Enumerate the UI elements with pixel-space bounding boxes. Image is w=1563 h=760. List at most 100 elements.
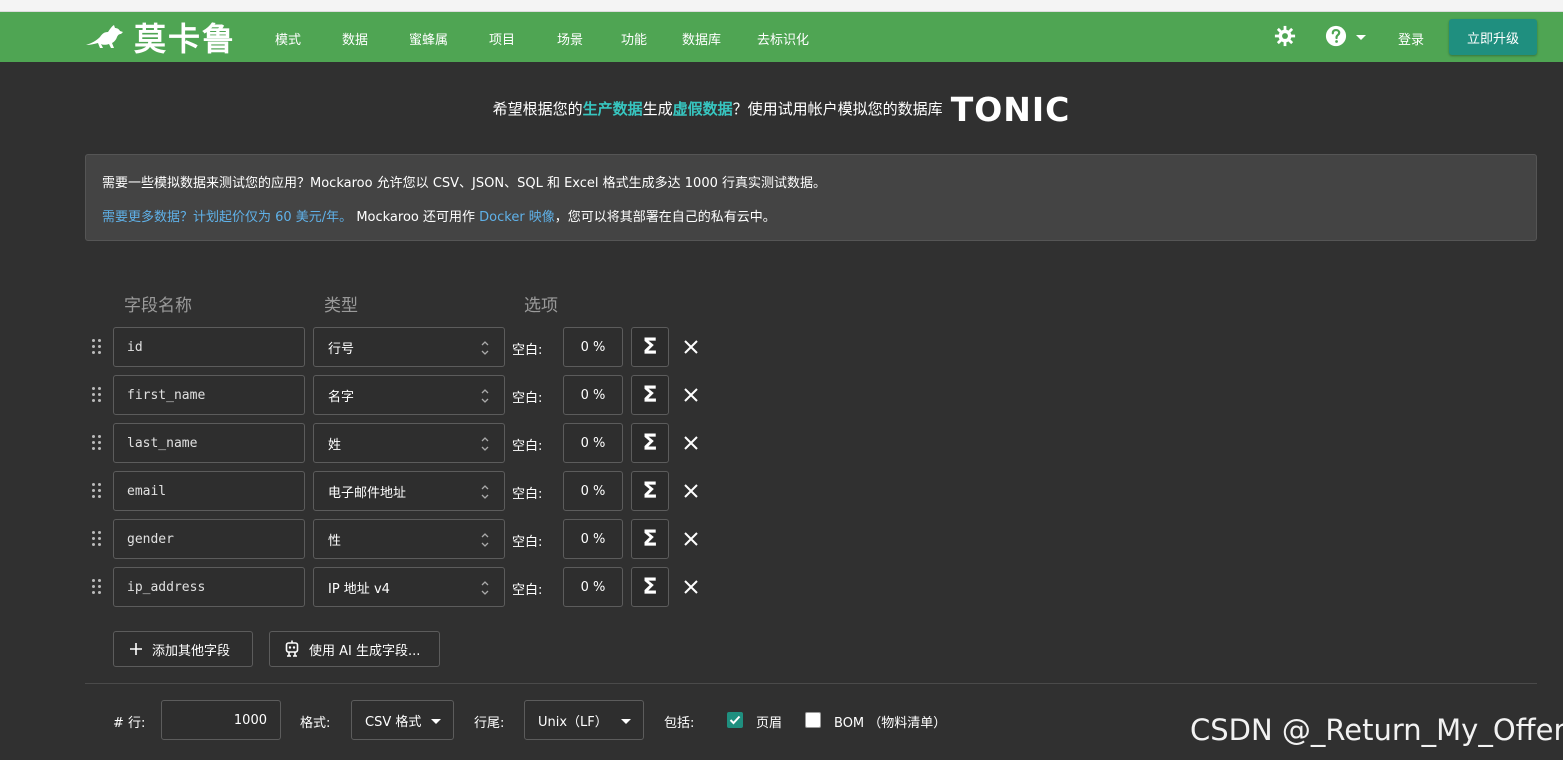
drag-handle-icon[interactable] [91, 531, 103, 547]
field-name-input[interactable]: email [113, 471, 305, 511]
chevron-down-icon [621, 719, 631, 724]
select-updown-icon [481, 581, 489, 595]
blank-percent-input[interactable]: 0 % [563, 519, 623, 559]
rows-input[interactable]: 1000 [161, 700, 281, 740]
upgrade-button[interactable]: 立即升级 [1449, 19, 1537, 55]
blank-label: 空白: [512, 583, 543, 598]
field-type-value: 电子邮件地址 [328, 485, 407, 501]
sigma-formula-button[interactable]: Σ [631, 471, 669, 511]
login-link[interactable]: 登录 [1398, 29, 1424, 48]
help-icon[interactable] [1325, 25, 1347, 47]
select-updown-icon [481, 533, 489, 547]
nav-item-scenarios[interactable]: 场景 [557, 29, 583, 48]
nav-item-schemas[interactable]: 模式 [275, 29, 301, 48]
field-name-input[interactable]: first_name [113, 375, 305, 415]
info-panel: 需要一些模拟数据来测试您的应用？Mockaroo 允许您以 CSV、JSON、S… [85, 154, 1537, 241]
nav-item-projects[interactable]: 项目 [489, 29, 515, 48]
check-icon [729, 715, 741, 725]
nav-item-deidentify[interactable]: 去标识化 [757, 29, 809, 48]
field-name-input[interactable]: last_name [113, 423, 305, 463]
field-name-input[interactable]: gender [113, 519, 305, 559]
field-type-value: IP 地址 v4 [328, 581, 390, 597]
sigma-formula-button[interactable]: Σ [631, 423, 669, 463]
sigma-formula-button[interactable]: Σ [631, 375, 669, 415]
sigma-formula-button[interactable]: Σ [631, 327, 669, 367]
nav-item-functions[interactable]: 功能 [621, 29, 647, 48]
line-ending-select[interactable]: Unix（LF） [524, 700, 644, 740]
tonic-logo[interactable]: TONIC [951, 90, 1071, 129]
blank-percent-input[interactable]: 0 % [563, 375, 623, 415]
close-icon[interactable] [680, 336, 702, 358]
drag-handle-icon[interactable] [91, 339, 103, 355]
promo-highlight-fake-data: 虚假数据 [672, 99, 733, 118]
close-icon[interactable] [680, 528, 702, 550]
format-label: 格式: [300, 716, 331, 731]
nav-item-databases[interactable]: 数据库 [682, 29, 721, 48]
section-divider [85, 683, 1537, 684]
blank-label: 空白: [512, 343, 543, 358]
field-type-value: 性 [328, 533, 342, 549]
drag-handle-icon[interactable] [91, 387, 103, 403]
header-checkbox[interactable] [727, 712, 743, 728]
bom-checkbox[interactable] [805, 712, 821, 728]
nav-item-mock-apis[interactable]: 蜜蜂属 [409, 29, 448, 48]
include-label: 包括: [664, 716, 695, 731]
nav-item-data[interactable]: 数据 [342, 29, 368, 48]
close-icon[interactable] [680, 576, 702, 598]
field-type-select[interactable]: 行号 [313, 327, 505, 367]
field-type-select[interactable]: 电子邮件地址 [313, 471, 505, 511]
browser-top-strip [0, 0, 1563, 12]
field-type-select[interactable]: 名字 [313, 375, 505, 415]
blank-percent-value: 0 % [580, 531, 606, 547]
field-name-input[interactable]: ip_address [113, 567, 305, 607]
promo-text-1: 希望根据您的 [492, 99, 583, 118]
select-updown-icon [481, 485, 489, 499]
blank-percent-value: 0 % [580, 579, 606, 595]
field-type-value: 行号 [328, 341, 355, 357]
blank-percent-input[interactable]: 0 % [563, 423, 623, 463]
field-type-select[interactable]: IP 地址 v4 [313, 567, 505, 607]
field-row: ip_address IP 地址 v4 空白: 0 % Σ [0, 567, 760, 607]
blank-percent-input[interactable]: 0 % [563, 471, 623, 511]
sigma-formula-button[interactable]: Σ [631, 519, 669, 559]
robot-icon [285, 640, 299, 657]
select-updown-icon [481, 437, 489, 451]
add-field-button[interactable]: 添加其他字段 [113, 631, 253, 667]
blank-percent-input[interactable]: 0 % [563, 327, 623, 367]
field-name-value: email [127, 483, 167, 499]
docker-link[interactable]: Docker 映像 [479, 210, 555, 225]
add-field-label: 添加其他字段 [152, 643, 231, 659]
drag-handle-icon[interactable] [91, 483, 103, 499]
gear-icon[interactable] [1274, 25, 1296, 47]
brand-name: 莫卡鲁 [134, 20, 237, 58]
drag-handle-icon[interactable] [91, 435, 103, 451]
field-row: id 行号 空白: 0 % Σ [0, 327, 760, 367]
info-line-1: 需要一些模拟数据来测试您的应用？Mockaroo 允许您以 CSV、JSON、S… [102, 176, 826, 191]
format-select[interactable]: CSV 格式 [351, 700, 454, 740]
blank-percent-input[interactable]: 0 % [563, 567, 623, 607]
tonic-promo-banner[interactable]: 希望根据您的 生产数据 生成 虚假数据 ？使用试用帐户模拟您的数据库 TONIC [0, 90, 1563, 129]
blank-percent-value: 0 % [580, 339, 606, 355]
pricing-link[interactable]: 需要更多数据？计划起价仅为 60 美元/年。 [102, 210, 352, 225]
close-icon[interactable] [680, 480, 702, 502]
drag-handle-icon[interactable] [91, 579, 103, 595]
field-type-value: 名字 [328, 389, 355, 405]
field-type-select[interactable]: 性 [313, 519, 505, 559]
close-icon[interactable] [680, 384, 702, 406]
field-name-value: ip_address [127, 579, 206, 595]
field-name-input[interactable]: id [113, 327, 305, 367]
field-row: first_name 名字 空白: 0 % Σ [0, 375, 760, 415]
close-icon[interactable] [680, 432, 702, 454]
rows-value: 1000 [233, 712, 267, 728]
field-type-select[interactable]: 姓 [313, 423, 505, 463]
info-line-2-text-2: ，您可以将其部署在自己的私有云中。 [554, 210, 776, 225]
sigma-formula-button[interactable]: Σ [631, 567, 669, 607]
blank-percent-value: 0 % [580, 387, 606, 403]
column-header-type: 类型 [324, 296, 358, 316]
promo-text-2: 生成 [642, 99, 673, 118]
navbar: 莫卡鲁 模式 数据 蜜蜂属 项目 场景 功能 数据库 去标识化 登录 立即升级 [0, 12, 1563, 62]
ai-generate-fields-button[interactable]: 使用 AI 生成字段... [269, 631, 440, 667]
rows-label: # 行: [113, 716, 146, 731]
brand-logo[interactable]: 莫卡鲁 [84, 17, 237, 58]
chevron-down-icon[interactable] [1356, 35, 1366, 40]
